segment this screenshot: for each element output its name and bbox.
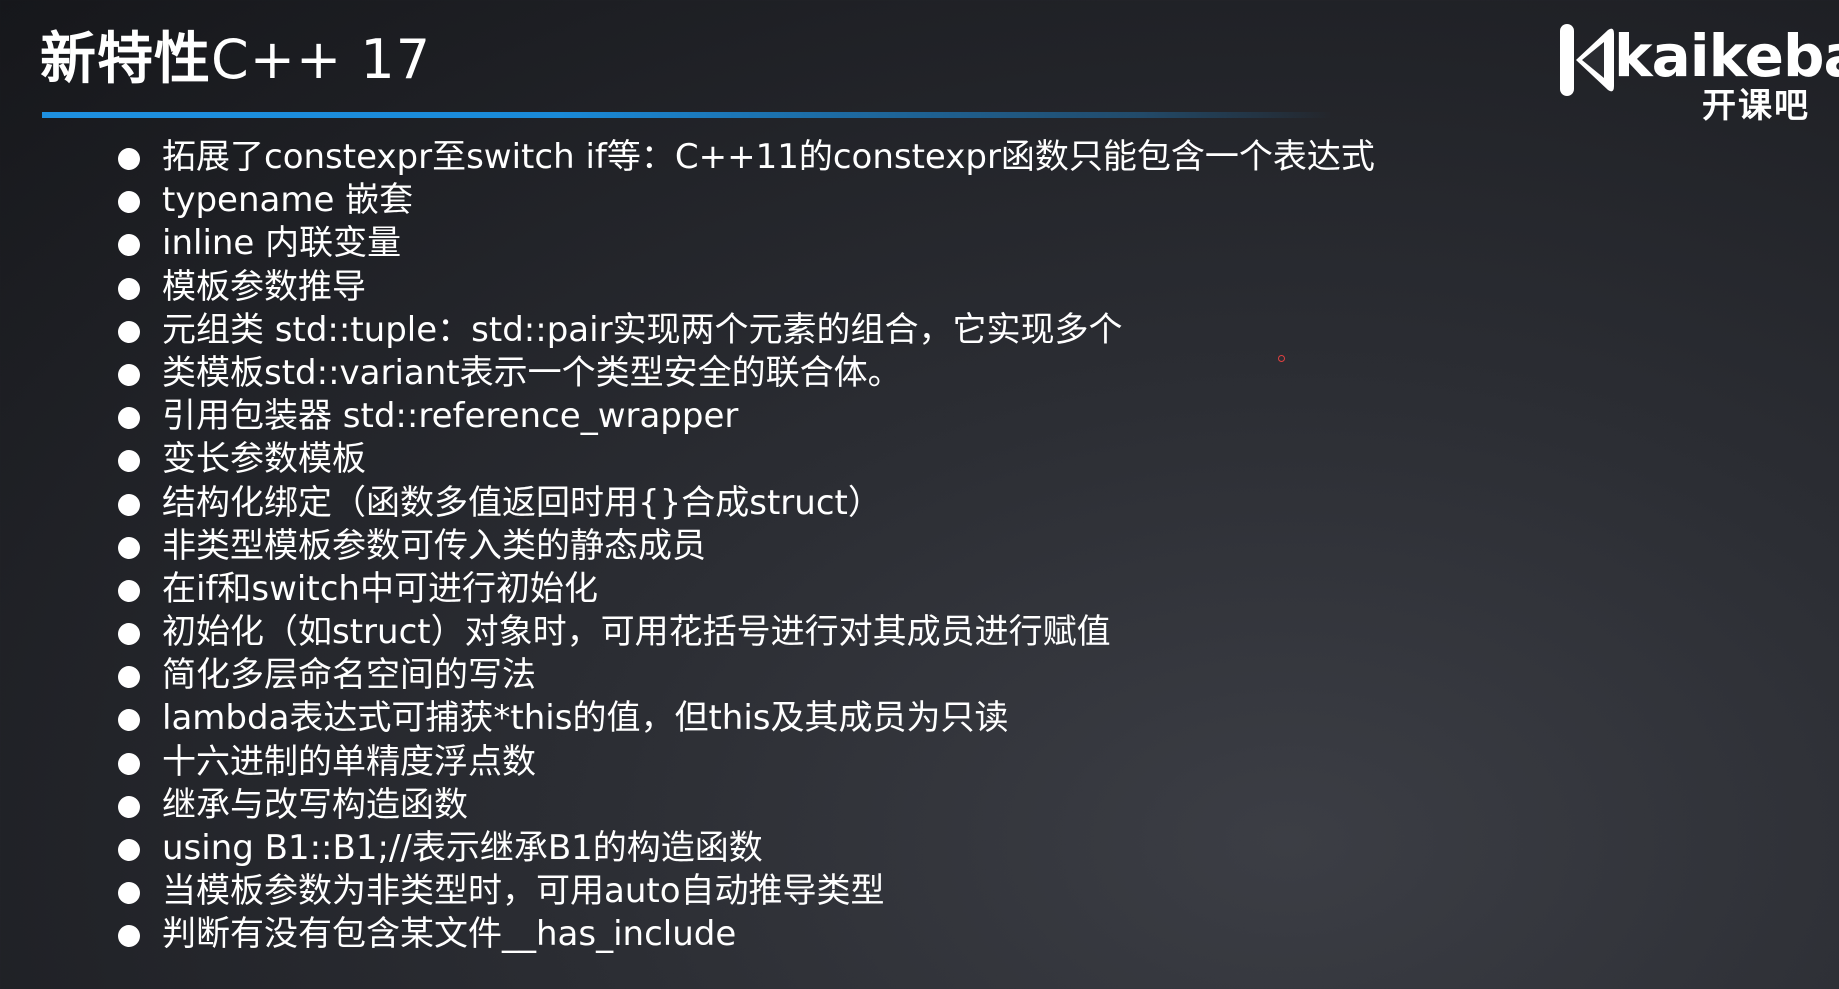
slide-title-main: 新特性 — [40, 27, 211, 92]
list-item: 引用包装器 std::reference_wrapper — [118, 395, 1375, 438]
slide-title: 新特性C++ 17 — [40, 24, 431, 96]
list-item: 非类型模板参数可传入类的静态成员 — [118, 525, 1375, 568]
list-item-text: inline 内联变量 — [162, 223, 402, 264]
list-item-text: 类模板std::variant表示一个类型安全的联合体。 — [162, 352, 902, 393]
list-item-text: 拓展了constexpr至switch if等：C++11的constexpr函… — [162, 137, 1375, 177]
laser-pointer-dot — [1278, 355, 1285, 362]
list-item: using B1::B1;//表示继承B1的构造函数 — [118, 827, 1375, 870]
list-item: 类模板std::variant表示一个类型安全的联合体。 — [118, 352, 1375, 395]
list-item-text: lambda表达式可捕获*this的值，但this及其成员为只读 — [162, 698, 1009, 739]
bullet-icon — [118, 234, 140, 257]
list-item: 简化多层命名空间的写法 — [118, 654, 1375, 697]
list-item-text: 简化多层命名空间的写法 — [162, 655, 536, 696]
list-item-text: 变长参数模板 — [162, 439, 366, 480]
list-item-text: 初始化（如struct）对象时，可用花括号进行对其成员进行赋值 — [162, 612, 1111, 653]
list-item: inline 内联变量 — [118, 222, 1375, 265]
logo-wordmark: kaikeba — [1614, 22, 1839, 90]
slide-title-sub: C++ 17 — [211, 28, 432, 91]
list-item: 模板参数推导 — [118, 266, 1375, 309]
bullet-icon — [118, 320, 140, 343]
list-item-text: 结构化绑定（函数多值返回时用{}合成struct） — [162, 482, 882, 523]
logo-chinese-name: 开课吧 — [1702, 86, 1810, 126]
kaikeba-k-icon — [1560, 24, 1614, 96]
list-item: 十六进制的单精度浮点数 — [118, 741, 1375, 784]
list-item-text: 非类型模板参数可传入类的静态成员 — [162, 525, 706, 566]
list-item-text: 十六进制的单精度浮点数 — [162, 741, 536, 782]
list-item-text: 引用包装器 std::reference_wrapper — [162, 396, 739, 437]
list-item: 元组类 std::tuple：std::pair实现两个元素的组合，它实现多个 — [118, 309, 1375, 352]
kaikeba-logo: kaikeba 开课吧 — [1556, 16, 1839, 128]
bullet-icon — [118, 882, 140, 905]
bullet-icon — [118, 666, 140, 689]
list-item: 拓展了constexpr至switch if等：C++11的constexpr函… — [118, 136, 1375, 179]
list-item: 变长参数模板 — [118, 438, 1375, 481]
list-item-text: 元组类 std::tuple：std::pair实现两个元素的组合，它实现多个 — [162, 309, 1123, 350]
list-item: 当模板参数为非类型时，可用auto自动推导类型 — [118, 870, 1375, 913]
list-item: typename 嵌套 — [118, 179, 1375, 222]
bullet-icon — [118, 493, 140, 516]
bullet-icon — [118, 709, 140, 732]
bullet-icon — [118, 191, 140, 214]
list-item-text: 当模板参数为非类型时，可用auto自动推导类型 — [162, 871, 885, 912]
list-item-text: using B1::B1;//表示继承B1的构造函数 — [162, 828, 763, 868]
bullet-icon — [118, 925, 140, 948]
bullet-icon — [118, 579, 140, 602]
bullet-icon — [118, 623, 140, 646]
title-underline — [42, 112, 1332, 118]
list-item: lambda表达式可捕获*this的值，但this及其成员为只读 — [118, 697, 1375, 740]
list-item: 判断有没有包含某文件__has_include — [118, 913, 1375, 956]
bullet-icon — [118, 148, 140, 170]
list-item: 初始化（如struct）对象时，可用花括号进行对其成员进行赋值 — [118, 611, 1375, 654]
list-item: 在if和switch中可进行初始化 — [118, 568, 1375, 611]
bullet-icon — [118, 536, 140, 559]
bullet-icon — [118, 752, 140, 775]
list-item: 继承与改写构造函数 — [118, 784, 1375, 827]
bullet-icon — [118, 407, 140, 430]
bullet-icon — [118, 839, 140, 861]
feature-list: 拓展了constexpr至switch if等：C++11的constexpr函… — [118, 136, 1375, 957]
list-item-text: 继承与改写构造函数 — [162, 784, 468, 825]
list-item-text: typename 嵌套 — [162, 180, 414, 221]
list-item-text: 判断有没有包含某文件__has_include — [162, 914, 737, 955]
bullet-icon — [118, 450, 140, 473]
bullet-icon — [118, 363, 140, 386]
list-item-text: 模板参数推导 — [162, 266, 366, 307]
bullet-icon — [118, 277, 140, 300]
bullet-icon — [118, 795, 140, 818]
list-item: 结构化绑定（函数多值返回时用{}合成struct） — [118, 482, 1375, 525]
list-item-text: 在if和switch中可进行初始化 — [162, 568, 598, 609]
